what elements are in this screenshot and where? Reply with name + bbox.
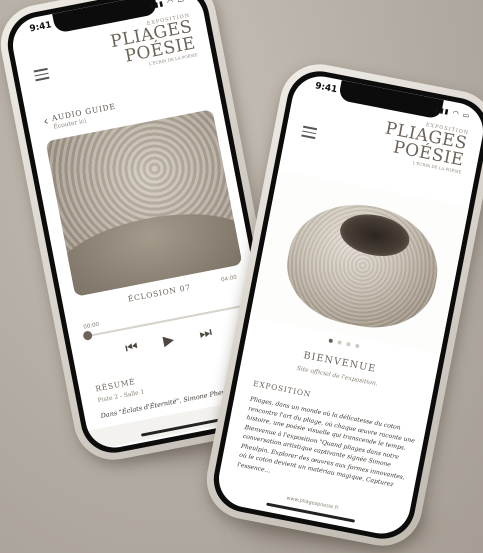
- progress-handle[interactable]: [82, 330, 93, 341]
- back-arrow-icon[interactable]: ‹: [42, 114, 49, 129]
- audio-guide-header: ‹ AUDIO GUIDE Écouter ici: [42, 102, 118, 133]
- previous-track-icon[interactable]: ⏮: [124, 339, 139, 357]
- status-time: 9:41: [314, 81, 339, 96]
- carousel-dot[interactable]: [354, 343, 360, 349]
- elapsed-time: 00:00: [83, 321, 100, 331]
- brand-logo[interactable]: EXPOSITION PLIAGES POÉSIE L'ÉCRIN DE LA …: [108, 13, 198, 73]
- menu-icon[interactable]: [33, 67, 50, 81]
- brand-logo[interactable]: EXPOSITION PLIAGES POÉSIE L'ÉCRIN DE LA …: [380, 116, 470, 175]
- status-icons: ▮▮▮ ◠ ▭: [148, 0, 186, 11]
- exposition-text: Pliages, dans un monde où la délicatesse…: [236, 395, 416, 489]
- carousel-dot[interactable]: [345, 341, 351, 347]
- next-track-icon[interactable]: ⏭: [198, 324, 213, 342]
- status-time: 9:41: [28, 20, 53, 35]
- artwork-image: [45, 109, 243, 297]
- play-icon[interactable]: ▶: [162, 332, 176, 350]
- menu-icon[interactable]: [301, 125, 318, 139]
- carousel-dot[interactable]: [336, 340, 342, 345]
- carousel-image[interactable]: [249, 169, 479, 356]
- carousel-dot[interactable]: [327, 338, 333, 344]
- status-icons: ▮▮▮ ◠ ▭: [434, 105, 471, 121]
